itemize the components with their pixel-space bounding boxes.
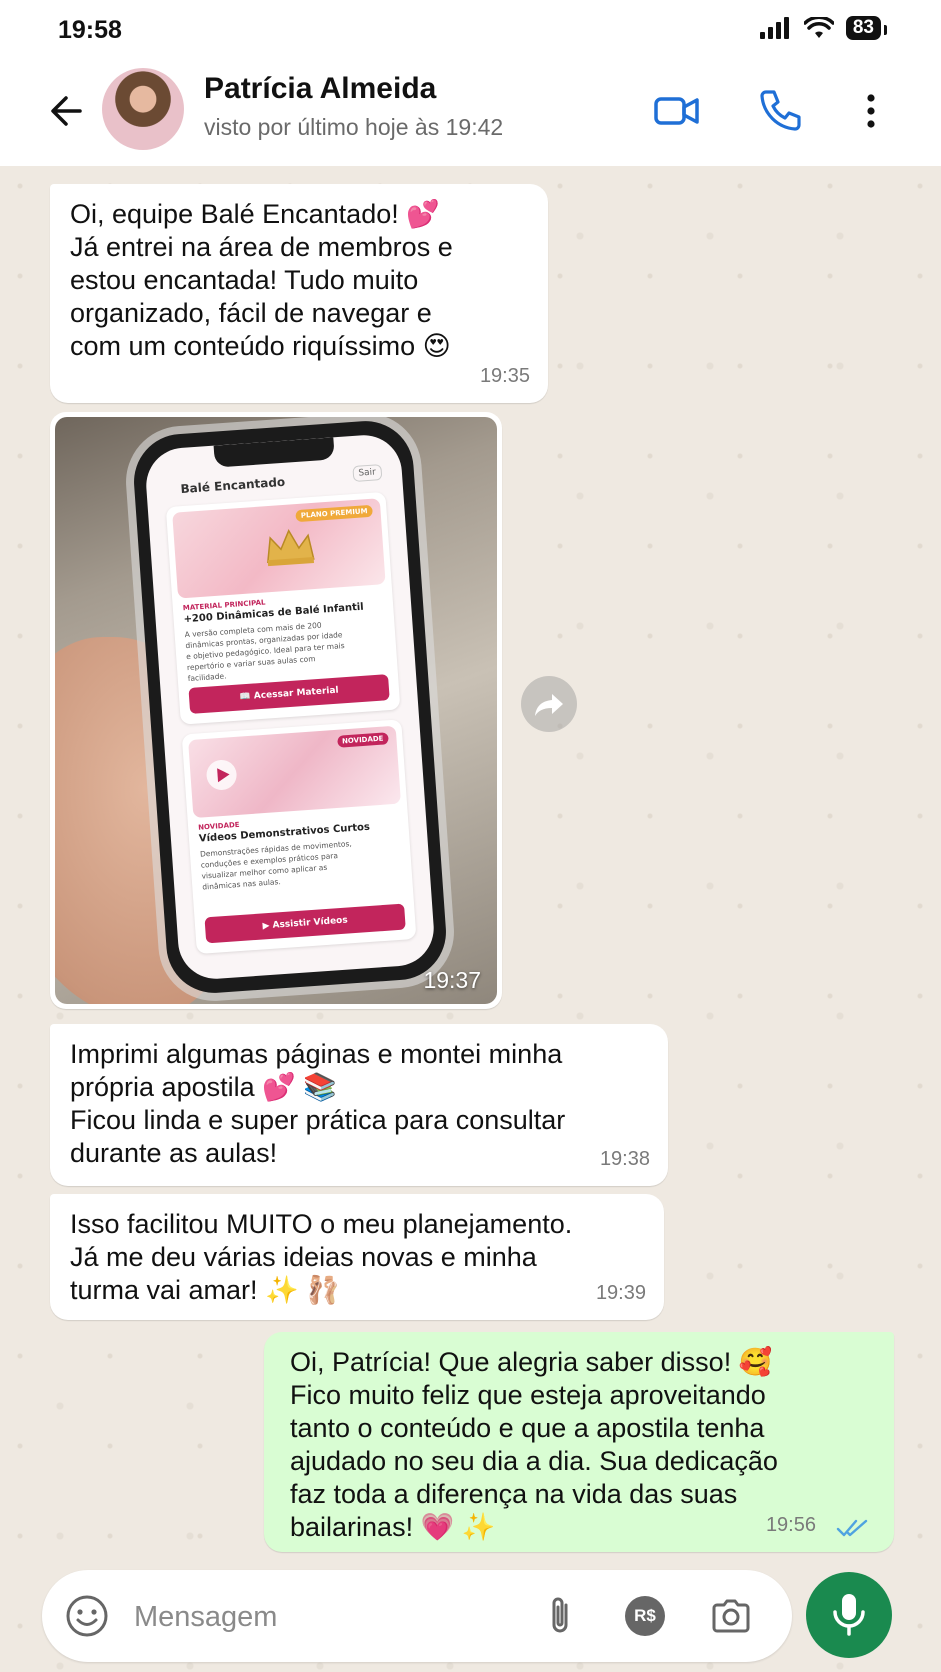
novidade-badge: NOVIDADE	[336, 732, 389, 748]
photo-app-title: Balé Encantado	[180, 474, 286, 497]
attach-icon[interactable]	[538, 1593, 584, 1639]
message-time: 19:35	[479, 365, 530, 387]
message-text: Isso facilitou MUITO o meu planejamento.…	[70, 1209, 573, 1305]
status-time: 19:58	[58, 16, 122, 44]
phone-screen: Balé Encantado Sair PLANO PREMIUM MATERI…	[143, 432, 437, 982]
phone-in-photo: Balé Encantado Sair PLANO PREMIUM MATERI…	[130, 417, 450, 997]
card-description: A versão completa com mais de 200 dinâmi…	[184, 620, 345, 684]
card-description: Demonstrações rápidas de movimentos, con…	[199, 839, 353, 892]
emoji-icon[interactable]	[64, 1593, 110, 1639]
camera-icon[interactable]	[708, 1593, 754, 1639]
status-icons: 83	[759, 16, 888, 40]
double-check-icon	[836, 1519, 868, 1537]
incoming-message[interactable]: Imprimi algumas páginas e montei minha p…	[50, 1024, 668, 1186]
message-input[interactable]	[132, 1590, 536, 1644]
signal-icon	[759, 17, 789, 39]
message-time: 19:37	[423, 967, 481, 993]
message-time: 19:39	[595, 1282, 646, 1304]
payment-icon[interactable]: R$	[622, 1593, 668, 1639]
video-call-icon[interactable]	[652, 86, 702, 136]
message-photo[interactable]: Balé Encantado Sair PLANO PREMIUM MATERI…	[55, 417, 497, 1004]
message-composer: R$	[42, 1570, 792, 1662]
back-arrow-icon[interactable]	[44, 88, 90, 134]
play-icon	[206, 759, 237, 790]
crown-icon	[267, 528, 315, 567]
image-message[interactable]: Balé Encantado Sair PLANO PREMIUM MATERI…	[50, 412, 502, 1009]
last-seen-status: visto por último hoje às 19:42	[204, 114, 504, 140]
chat-header: Patrícia Almeida visto por último hoje à…	[0, 58, 941, 167]
forward-icon	[535, 694, 563, 716]
battery-icon: 83	[845, 16, 888, 40]
phone-call-icon[interactable]	[754, 86, 804, 136]
premium-badge: PLANO PREMIUM	[295, 504, 373, 523]
message-time: 19:38	[599, 1148, 650, 1170]
photo-exit-label: Sair	[351, 464, 383, 483]
wifi-icon	[803, 17, 834, 38]
card-image: PLANO PREMIUM	[172, 498, 386, 599]
message-time: 19:56	[765, 1514, 816, 1536]
incoming-message[interactable]: Oi, equipe Balé Encantado! 💕 Já entrei n…	[50, 184, 548, 403]
photo-card-material: PLANO PREMIUM MATERIAL PRINCIPAL +200 Di…	[165, 491, 401, 725]
avatar[interactable]	[102, 68, 184, 150]
more-options-icon[interactable]	[846, 86, 896, 136]
outgoing-message[interactable]: Oi, Patrícia! Que alegria saber disso! 🥰…	[264, 1332, 894, 1552]
incoming-message[interactable]: Isso facilitou MUITO o meu planejamento.…	[50, 1194, 664, 1320]
forward-button[interactable]	[521, 676, 577, 732]
watch-videos-button: ▶ Assistir Vídeos	[204, 903, 406, 944]
message-text: Oi, equipe Balé Encantado! 💕 Já entrei n…	[70, 199, 453, 361]
mic-button[interactable]	[806, 1572, 892, 1658]
message-text: Imprimi algumas páginas e montei minha p…	[70, 1039, 566, 1168]
payment-label: R$	[625, 1596, 665, 1636]
status-bar: 19:58 83	[0, 0, 941, 58]
contact-name[interactable]: Patrícia Almeida	[204, 72, 436, 106]
photo-card-videos: NOVIDADE NOVIDADE Vídeos Demonstrativos …	[181, 719, 417, 955]
card-image: NOVIDADE	[188, 725, 402, 819]
mic-icon	[833, 1594, 865, 1636]
